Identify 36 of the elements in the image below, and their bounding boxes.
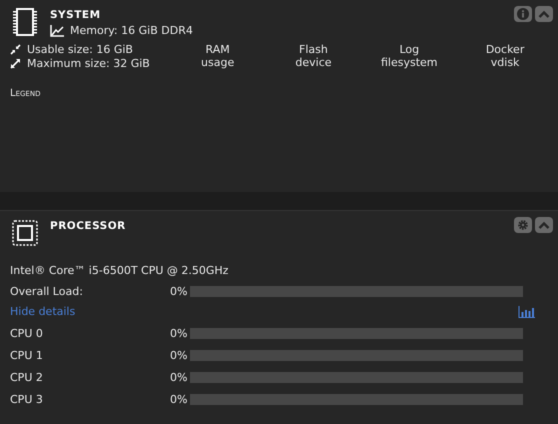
memory-info: Memory: 16 GiB DDR4 — [70, 24, 193, 37]
panel-title: SYSTEM — [50, 9, 102, 21]
cpu-label: CPU 3 — [10, 392, 44, 406]
chevron-up-icon — [538, 221, 550, 229]
settings-button[interactable] — [514, 217, 532, 233]
cpu-label: CPU 2 — [10, 370, 44, 384]
chart-icon — [50, 24, 64, 36]
load-reading: 0% — [170, 284, 188, 298]
cpu-icon — [10, 218, 40, 248]
load-label: Overall Load: — [10, 284, 84, 298]
cpu-model: Intel® Core™ i5-6500T CPU @ 2.50GHz — [10, 264, 230, 277]
info-icon — [517, 8, 529, 20]
column-header: RAM usage — [201, 43, 234, 69]
cpu-reading: 0% — [170, 392, 188, 406]
settings-icon — [517, 219, 529, 231]
column-header: Flash device — [295, 43, 332, 69]
info-button[interactable] — [514, 6, 532, 22]
bar-chart-icon — [518, 306, 535, 318]
cpu-reading: 0% — [170, 326, 188, 340]
legend-label: Legend — [10, 88, 40, 99]
shrink-icon — [10, 44, 21, 55]
expand-icon — [10, 58, 21, 69]
maximum-size: Maximum size: 32 GiB — [27, 57, 150, 70]
chevron-up-icon — [538, 10, 550, 18]
collapse-button[interactable] — [535, 6, 553, 22]
collapse-button[interactable] — [535, 217, 553, 233]
usable-size: Usable size: 16 GiB — [27, 43, 133, 56]
column-header: Docker vdisk — [486, 43, 524, 69]
cpu-reading: 0% — [170, 348, 188, 362]
cpu-label: CPU 1 — [10, 348, 44, 362]
hide-details-link[interactable]: Hide details — [10, 305, 76, 318]
memory-icon — [10, 7, 40, 37]
panel-title: PROCESSOR — [50, 220, 127, 232]
cpu-reading: 0% — [170, 370, 188, 384]
cpu-label: CPU 0 — [10, 326, 44, 340]
column-header: Log filesystem — [381, 43, 438, 69]
